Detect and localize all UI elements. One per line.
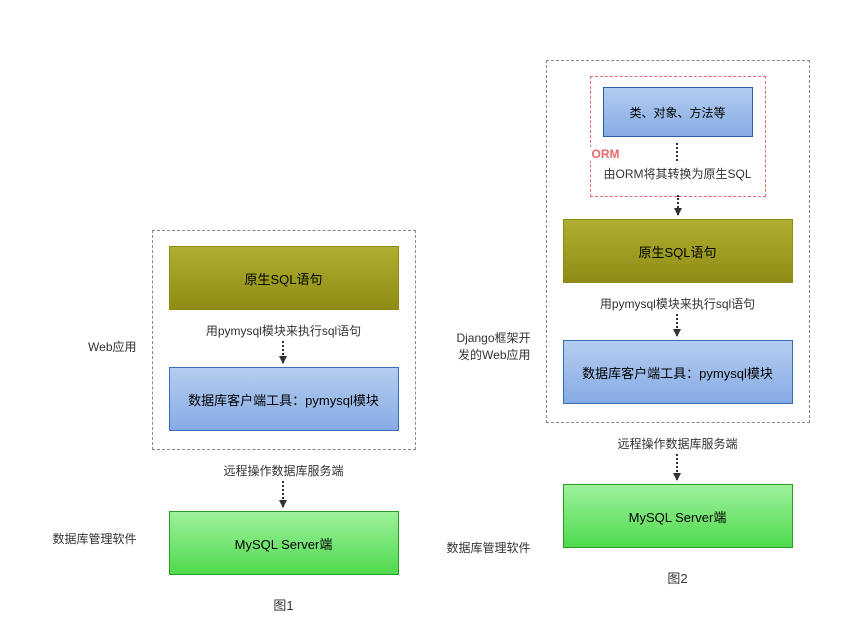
d2-server-box: MySQL Server端 xyxy=(563,484,793,548)
d2-arrow-1-label: 用pymysql模块来执行sql语句 xyxy=(600,295,755,312)
diagram-container: Web应用 数据库管理软件 原生SQL语句 用pymysql模块来执行sql语句… xyxy=(20,20,841,614)
d1-server-box: MySQL Server端 xyxy=(169,511,399,575)
d2-class-box: 类、对象、方法等 xyxy=(603,87,753,137)
d2-caption: 图2 xyxy=(667,568,687,587)
d1-side-label-webapp: Web应用 xyxy=(52,338,142,355)
d2-arrow-2: 远程操作数据库服务端 xyxy=(617,427,737,480)
d2-side-label-webapp: Django框架开发的Web应用 xyxy=(446,330,536,364)
d1-side-label-dbms: 数据库管理软件 xyxy=(52,530,142,547)
d2-orm-arrow: 由ORM将其转换为原生SQL xyxy=(603,143,751,184)
d1-webapp-group: 原生SQL语句 用pymysql模块来执行sql语句 数据库客户端工具：pymy… xyxy=(152,230,416,450)
diagram-1: Web应用 数据库管理软件 原生SQL语句 用pymysql模块来执行sql语句… xyxy=(52,20,416,614)
d2-webapp-group: ORM 类、对象、方法等 由ORM将其转换为原生SQL 原生SQL语句 用pym… xyxy=(546,60,810,423)
d1-arrow-1: 用pymysql模块来执行sql语句 xyxy=(206,314,361,363)
d2-orm-to-sql-arrow xyxy=(677,195,679,215)
d1-main-column: 原生SQL语句 用pymysql模块来执行sql语句 数据库客户端工具：pymy… xyxy=(152,20,416,614)
d1-client-box: 数据库客户端工具：pymysql模块 xyxy=(169,367,399,431)
d2-arrow-2-label: 远程操作数据库服务端 xyxy=(617,435,737,452)
d1-arrow-1-label: 用pymysql模块来执行sql语句 xyxy=(206,322,361,339)
d2-orm-group: ORM 类、对象、方法等 由ORM将其转换为原生SQL xyxy=(590,76,766,197)
diagram-2: Django框架开发的Web应用 数据库管理软件 ORM 类、对象、方法等 由O… xyxy=(446,20,810,587)
d2-main-column: ORM 类、对象、方法等 由ORM将其转换为原生SQL 原生SQL语句 用pym… xyxy=(546,20,810,587)
d1-caption: 图1 xyxy=(273,595,293,614)
d2-client-box: 数据库客户端工具：pymysql模块 xyxy=(563,340,793,404)
d2-side-label-dbms: 数据库管理软件 xyxy=(446,539,536,556)
d1-sql-box: 原生SQL语句 xyxy=(169,246,399,310)
d2-orm-arrow-label: 由ORM将其转换为原生SQL xyxy=(603,165,751,182)
d2-arrow-1: 用pymysql模块来执行sql语句 xyxy=(600,287,755,336)
d1-arrow-2-label: 远程操作数据库服务端 xyxy=(223,462,343,479)
d2-orm-label: ORM xyxy=(590,147,622,161)
d2-sql-box: 原生SQL语句 xyxy=(563,219,793,283)
d1-arrow-2: 远程操作数据库服务端 xyxy=(223,454,343,507)
